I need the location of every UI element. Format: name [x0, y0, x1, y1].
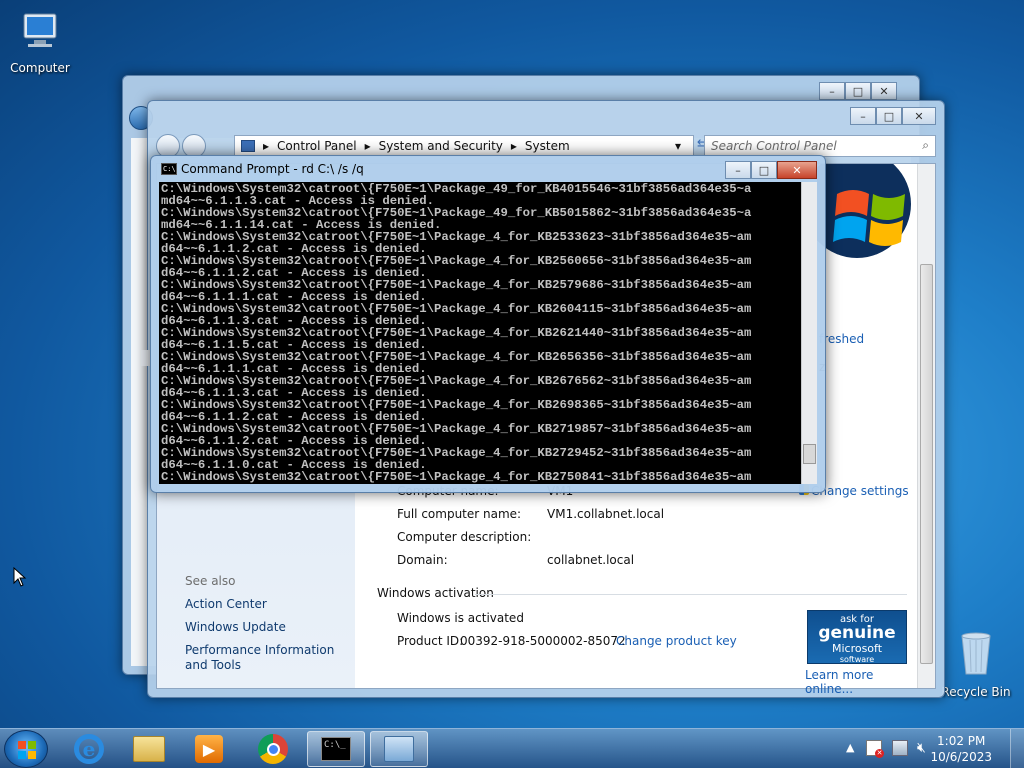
mouse-cursor-icon — [13, 566, 27, 590]
taskbar-chrome[interactable] — [244, 731, 302, 767]
windows-flag-icon — [18, 741, 36, 759]
control-panel-icon — [384, 736, 414, 762]
minimize-button[interactable]: – — [819, 82, 845, 100]
breadcrumb-separator-icon: ▸ — [510, 139, 517, 153]
clock-date: 10/6/2023 — [930, 750, 992, 764]
scrollbar-thumb[interactable] — [920, 264, 933, 664]
taskbar-media-player[interactable]: ▶ — [180, 731, 238, 767]
activation-divider — [475, 594, 907, 595]
cmd-window-icon: C:\ — [161, 163, 177, 175]
windows-activation-heading: Windows activation — [377, 586, 494, 600]
recycle-bin-icon — [936, 630, 1016, 681]
cmd-icon: C:\_ — [321, 737, 351, 761]
taskbar-cmd[interactable]: C:\_ — [307, 731, 365, 767]
full-computer-name-value: VM1.collabnet.local — [547, 507, 665, 521]
computer-icon — [0, 10, 80, 57]
dropdown-arrow-icon[interactable]: ▾ — [675, 139, 681, 153]
windows-logo — [803, 150, 927, 274]
address-bar[interactable]: ▸ Control Panel ▸ System and Security ▸ … — [234, 135, 694, 157]
show-desktop-button[interactable] — [1010, 729, 1024, 768]
close-button[interactable]: ✕ — [871, 82, 897, 100]
system-clock[interactable]: 1:02 PM 10/6/2023 — [930, 733, 992, 765]
link-performance-info[interactable]: Performance Information and Tools — [185, 643, 355, 673]
domain-value: collabnet.local — [547, 553, 635, 567]
action-center-flag-icon[interactable]: ✕ — [866, 740, 884, 758]
taskbar-explorer[interactable] — [120, 731, 178, 767]
activation-status: Windows is activated — [397, 611, 524, 625]
console-scrollbar[interactable] — [801, 182, 817, 484]
computer-description-label: Computer description: — [397, 530, 532, 544]
console-scrollbar-thumb[interactable] — [803, 444, 816, 464]
breadcrumb-system-security[interactable]: System and Security — [379, 139, 503, 153]
breadcrumb-control-panel[interactable]: Control Panel — [277, 139, 357, 153]
breadcrumb-separator-icon: ▸ — [263, 139, 270, 153]
maximize-button[interactable]: □ — [845, 82, 871, 100]
minimize-button[interactable]: – — [850, 107, 876, 125]
learn-more-link[interactable]: Learn more online... — [805, 668, 917, 696]
clock-time: 1:02 PM — [937, 734, 986, 748]
console-text: C:\Windows\System32\catroot\{F750E~1\Pac… — [161, 182, 752, 484]
close-button[interactable]: ✕ — [902, 107, 936, 125]
product-id-label: Product ID: — [397, 634, 464, 648]
breadcrumb-system[interactable]: System — [525, 139, 570, 153]
explorer-icon — [133, 736, 165, 762]
maximize-button[interactable]: □ — [876, 107, 902, 125]
genuine-microsoft-badge[interactable]: ask for genuine Microsoft software — [807, 610, 907, 664]
media-player-icon: ▶ — [195, 735, 223, 763]
desktop-icon-recycle-bin[interactable]: Recycle Bin — [936, 630, 1016, 699]
control-panel-scrollbar[interactable] — [917, 164, 935, 688]
close-button[interactable]: ✕ — [777, 161, 817, 179]
product-id-value: 00392-918-5000002-85072 — [460, 634, 626, 648]
taskbar-ie[interactable]: e — [60, 731, 118, 767]
command-prompt-window[interactable]: C:\ Command Prompt - rd C:\ /s /q – □ ✕ … — [150, 155, 826, 493]
network-icon[interactable] — [892, 740, 908, 756]
search-input[interactable]: Search Control Panel ⌕ — [704, 135, 936, 157]
cmd-window-title: Command Prompt - rd C:\ /s /q — [181, 162, 364, 176]
taskbar-control-panel[interactable] — [370, 731, 428, 767]
change-product-key-link[interactable]: Change product key — [616, 634, 737, 648]
volume-muted-icon[interactable]: 🔇︎ — [917, 740, 926, 756]
ie-icon: e — [74, 734, 104, 764]
domain-label: Domain: — [397, 553, 448, 567]
full-computer-name-label: Full computer name: — [397, 507, 522, 521]
show-hidden-icons-icon[interactable]: ▲ — [846, 741, 854, 754]
control-panel-icon — [241, 140, 255, 152]
desktop-icon-computer[interactable]: Computer — [0, 10, 80, 75]
taskbar: e ▶ C:\_ ▲ ✕ 🔇︎ 1:02 PM 10/6/2023 — [0, 728, 1024, 768]
breadcrumb-separator-icon: ▸ — [364, 139, 371, 153]
search-icon[interactable]: ⌕ — [922, 138, 929, 153]
chrome-icon — [258, 734, 288, 764]
link-windows-update[interactable]: Windows Update — [185, 620, 355, 635]
desktop-icon-label: Computer — [10, 61, 70, 75]
link-action-center[interactable]: Action Center — [185, 597, 355, 612]
console-output-area[interactable]: C:\Windows\System32\catroot\{F750E~1\Pac… — [159, 182, 801, 484]
minimize-button[interactable]: – — [725, 161, 751, 179]
see-also-heading: See also — [185, 574, 236, 588]
maximize-button[interactable]: □ — [751, 161, 777, 179]
start-button[interactable] — [4, 730, 48, 768]
desktop-icon-label: Recycle Bin — [941, 685, 1011, 699]
